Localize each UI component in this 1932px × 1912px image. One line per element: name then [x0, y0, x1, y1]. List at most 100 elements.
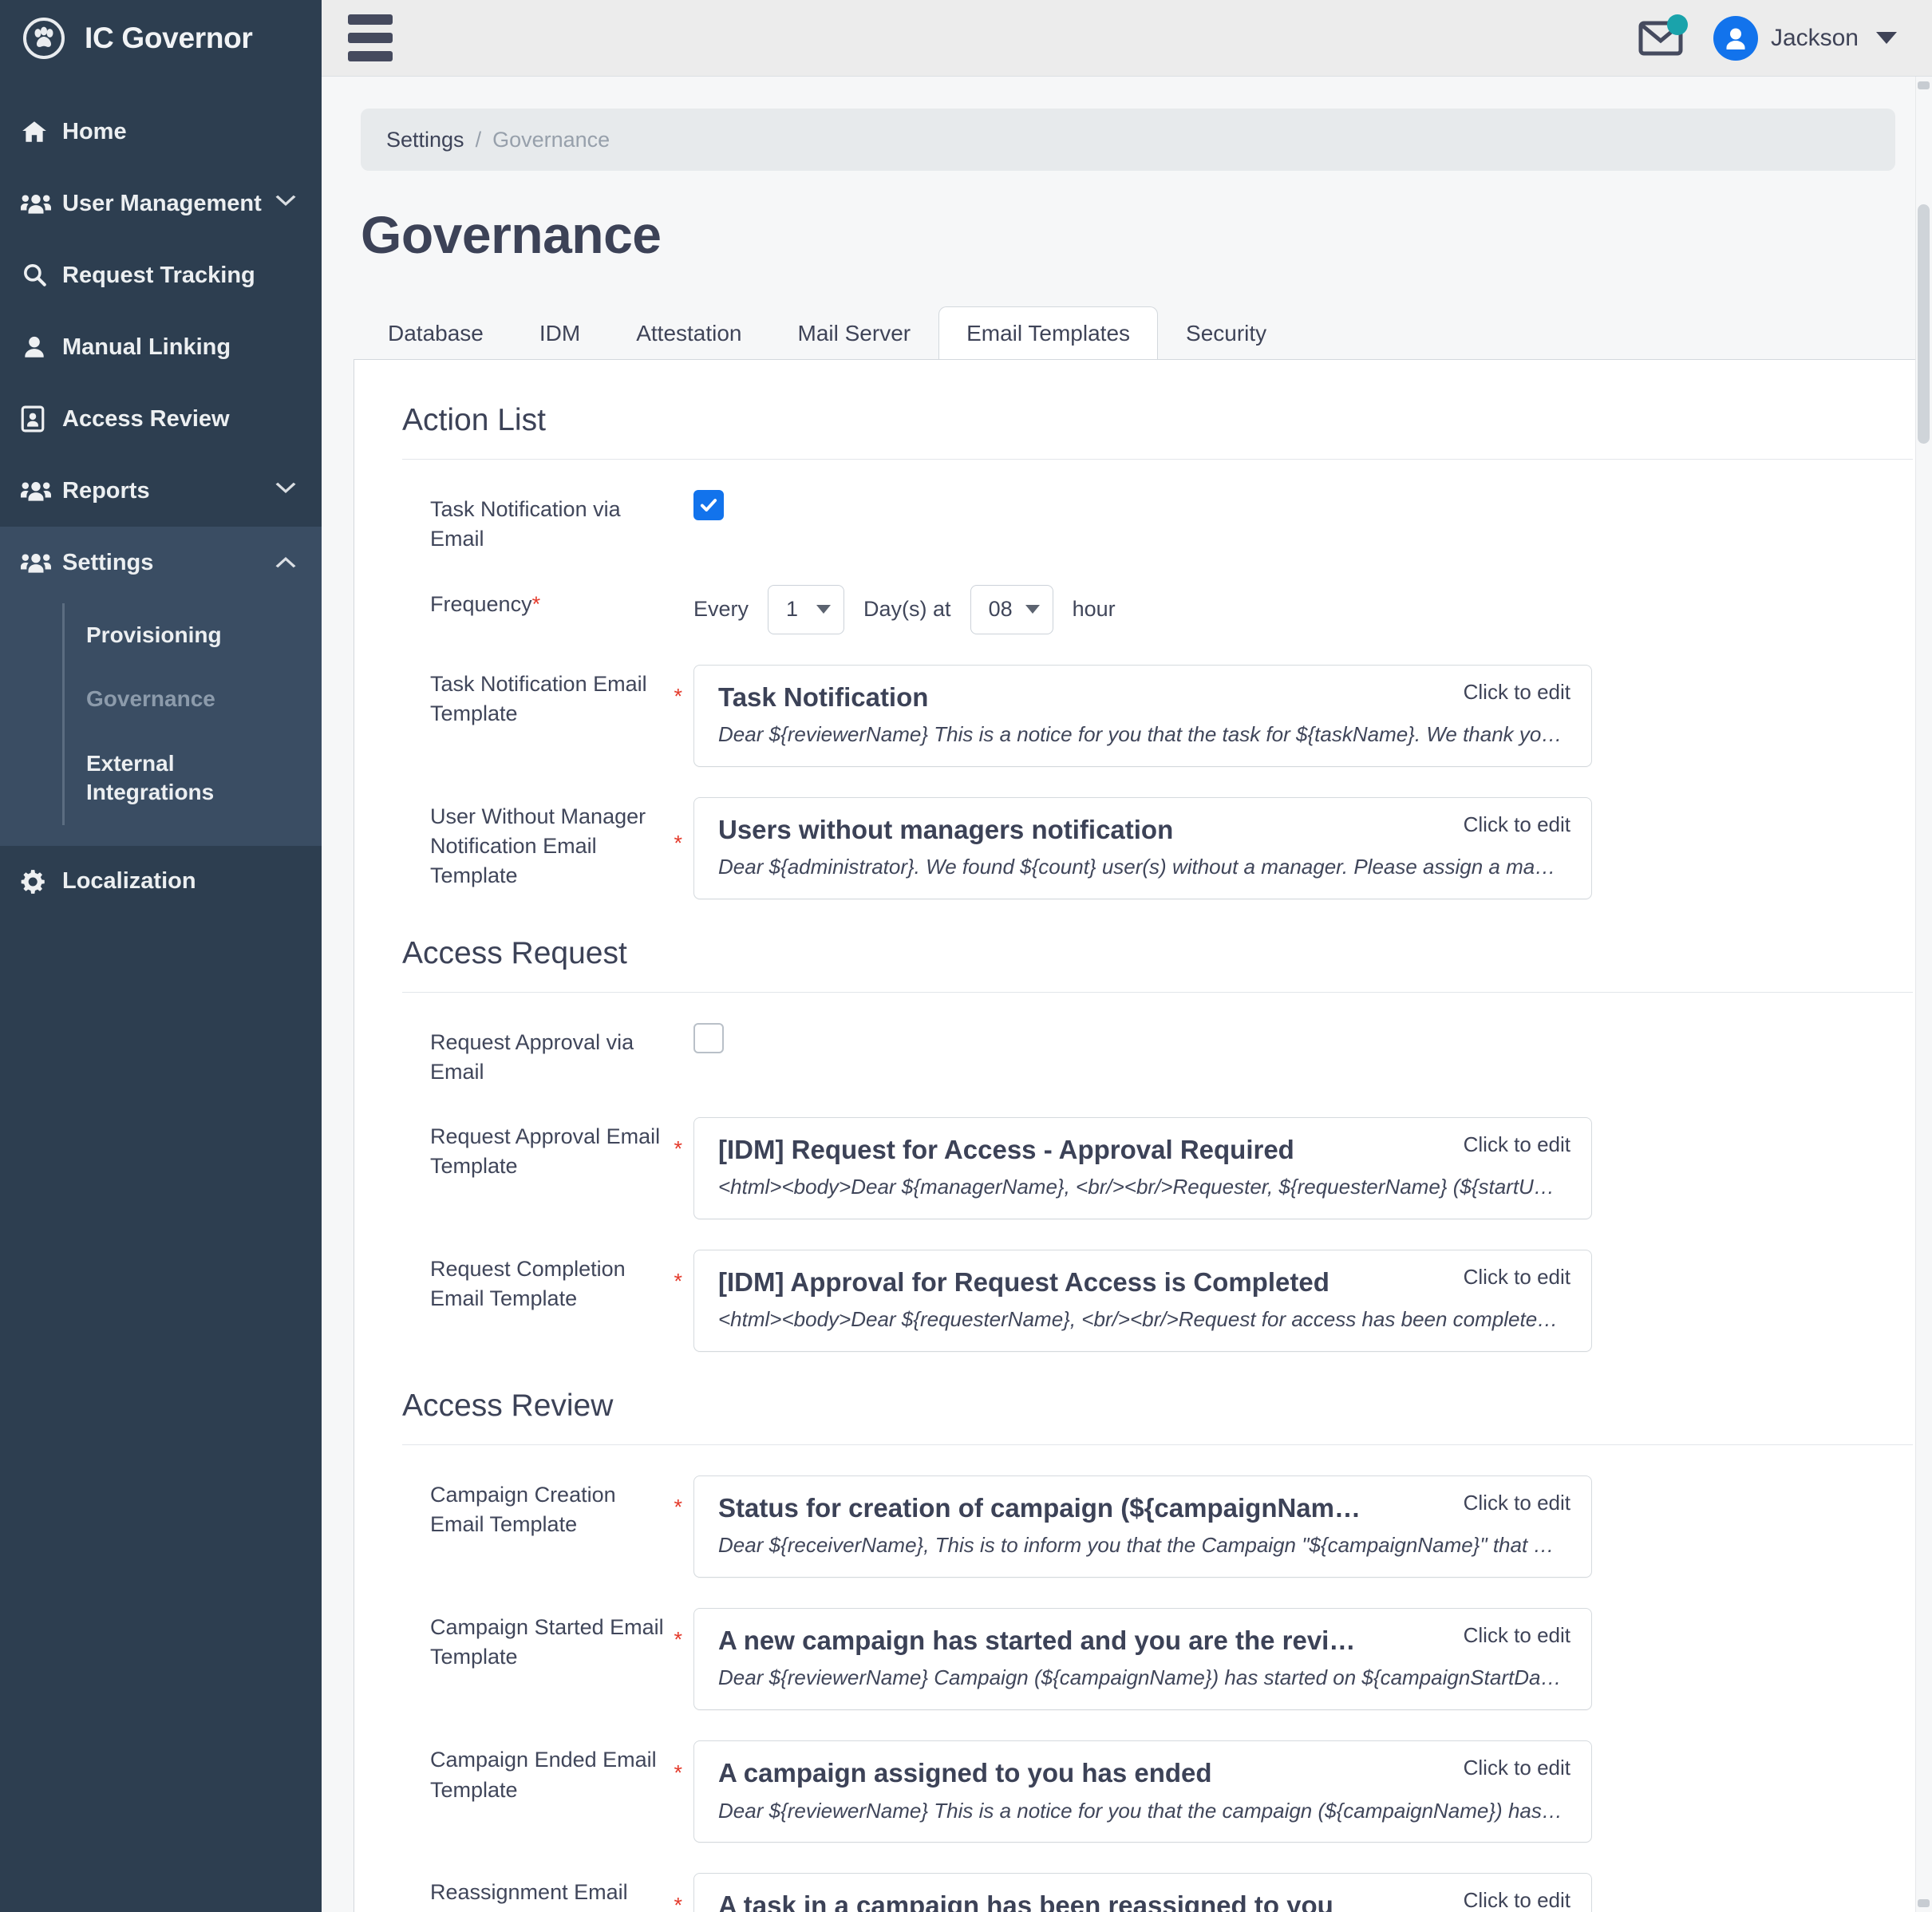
- email-template-card[interactable]: Click to edit A task in a campaign has b…: [693, 1873, 1592, 1912]
- field-label-text: Frequency: [430, 591, 532, 616]
- tab-database[interactable]: Database: [360, 306, 512, 360]
- tab-label: Database: [388, 321, 484, 346]
- page-scrollbar[interactable]: [1915, 77, 1932, 1912]
- click-to-edit-label: Click to edit: [1463, 1491, 1570, 1515]
- sidebar-nav: Home User Management Request Tracking Ma…: [0, 96, 322, 918]
- tab-label: Mail Server: [797, 321, 911, 346]
- task-notification-checkbox[interactable]: [693, 490, 724, 520]
- sidebar-item-label: Settings: [62, 549, 154, 575]
- sidebar-item-label: Home: [62, 118, 127, 144]
- click-to-edit-label: Click to edit: [1463, 1888, 1570, 1912]
- email-template-card[interactable]: Click to edit Users without managers not…: [693, 796, 1592, 899]
- user-menu[interactable]: Jackson: [1713, 15, 1897, 61]
- field-control: Click to edit Task Notification Dear ${r…: [693, 664, 1932, 767]
- tab-mail-server[interactable]: Mail Server: [770, 306, 939, 360]
- envelope-icon[interactable]: [1638, 14, 1688, 59]
- users-icon: [21, 551, 62, 575]
- tab-attestation[interactable]: Attestation: [608, 306, 769, 360]
- field-label-text: Campaign Ended Email Template: [430, 1748, 657, 1802]
- tab-email-templates[interactable]: Email Templates: [938, 306, 1159, 360]
- users-icon: [21, 479, 62, 503]
- field-label-text: Task Notification via Email: [430, 497, 621, 551]
- breadcrumb: Settings / Governance: [361, 109, 1895, 171]
- field-label: Campaign Started Email Template *: [430, 1608, 693, 1673]
- scroll-up-arrow[interactable]: [1918, 81, 1930, 89]
- chevron-down-icon: [274, 482, 298, 500]
- email-template-card[interactable]: Click to edit [IDM] Request for Access -…: [693, 1117, 1592, 1220]
- tab-security[interactable]: Security: [1158, 306, 1294, 360]
- field-control: Click to edit [IDM] Request for Access -…: [693, 1117, 1932, 1220]
- sidebar-item-localization[interactable]: Localization: [0, 846, 322, 918]
- frequency-hour-value: 08: [988, 597, 1013, 621]
- breadcrumb-parent[interactable]: Settings: [386, 128, 464, 152]
- chevron-up-icon: [274, 554, 298, 572]
- template-body-preview: Dear ${reviewerName} Campaign (${campaig…: [718, 1665, 1564, 1690]
- sidebar-item-label: Localization: [62, 868, 196, 895]
- field-label: Task Notification via Email: [430, 490, 693, 555]
- email-template-card[interactable]: Click to edit A campaign assigned to you…: [693, 1740, 1592, 1843]
- required-asterisk: *: [531, 591, 541, 616]
- sidebar-subitem-label: Provisioning: [86, 622, 222, 647]
- frequency-controls: Every 1 Day(s) at 08 hour: [693, 584, 1116, 634]
- field-control: Click to edit A campaign assigned to you…: [693, 1740, 1932, 1843]
- sidebar-subitem-governance[interactable]: Governance: [0, 667, 322, 731]
- sidebar-item-label: Access Review: [62, 405, 230, 432]
- email-template-card[interactable]: Click to edit Status for creation of cam…: [693, 1475, 1592, 1578]
- tab-label: Email Templates: [966, 321, 1131, 346]
- sidebar-item-manual-linking[interactable]: Manual Linking: [0, 311, 322, 383]
- sidebar-item-reports[interactable]: Reports: [0, 455, 322, 527]
- click-to-edit-label: Click to edit: [1463, 1265, 1570, 1290]
- sidebar-subitem-provisioning[interactable]: Provisioning: [0, 603, 322, 667]
- home-icon: [21, 118, 62, 145]
- click-to-edit-label: Click to edit: [1463, 679, 1570, 704]
- sidebar-item-settings[interactable]: Settings: [0, 527, 322, 598]
- field-control: Click to edit A new campaign has started…: [693, 1608, 1932, 1711]
- frequency-days-select[interactable]: 1: [768, 584, 845, 634]
- breadcrumb-separator: /: [475, 127, 482, 152]
- page-title: Governance: [361, 205, 662, 264]
- scrollbar-thumb[interactable]: [1918, 204, 1930, 444]
- tab-label: Security: [1186, 321, 1267, 346]
- hamburger-bar: [348, 33, 393, 43]
- request-approval-checkbox[interactable]: [693, 1022, 724, 1053]
- click-to-edit-label: Click to edit: [1463, 1756, 1570, 1780]
- email-template-card[interactable]: Click to edit A new campaign has started…: [693, 1608, 1592, 1711]
- template-subject: A task in a campaign has been reassigned…: [718, 1890, 1333, 1912]
- frequency-hour-select[interactable]: 08: [970, 584, 1053, 634]
- frequency-hour-label: hour: [1072, 597, 1116, 621]
- sidebar-item-home[interactable]: Home: [0, 96, 322, 168]
- sidebar-item-request-tracking[interactable]: Request Tracking: [0, 239, 322, 311]
- field-row-reassignment-template: Reassignment Email Template * Click to e…: [430, 1843, 1932, 1912]
- sidebar-subitem-external-integrations[interactable]: External Integrations: [0, 732, 322, 825]
- topbar-right: Jackson: [1638, 14, 1908, 61]
- brand[interactable]: IC Governor: [0, 0, 322, 77]
- email-template-card[interactable]: Click to edit Task Notification Dear ${r…: [693, 664, 1592, 767]
- email-templates-panel: Action List Task Notification via Email …: [354, 359, 1932, 1912]
- email-template-card[interactable]: Click to edit [IDM] Approval for Request…: [693, 1250, 1592, 1353]
- template-subject: Task Notification: [718, 681, 929, 712]
- settings-subnav: Provisioning Governance External Integra…: [0, 598, 322, 846]
- paw-in-circle-icon: [21, 15, 67, 61]
- field-row-campaign-ended-template: Campaign Ended Email Template * Click to…: [430, 1710, 1932, 1843]
- field-label-text: Campaign Started Email Template: [430, 1615, 664, 1669]
- person-icon: [21, 334, 62, 361]
- click-to-edit-label: Click to edit: [1463, 812, 1570, 836]
- field-label: Campaign Creation Email Template *: [430, 1475, 693, 1540]
- chevron-down-icon: [1876, 32, 1897, 44]
- scroll-down-arrow[interactable]: [1918, 1899, 1930, 1907]
- required-asterisk: *: [674, 1269, 682, 1294]
- field-row-request-approval-template: Request Approval Email Template * Click …: [430, 1087, 1932, 1220]
- tab-idm[interactable]: IDM: [512, 306, 608, 360]
- hamburger-icon[interactable]: [348, 14, 393, 61]
- frequency-every-label: Every: [693, 597, 749, 621]
- sidebar-item-access-review[interactable]: Access Review: [0, 383, 322, 455]
- field-label: Request Approval Email Template *: [430, 1117, 693, 1182]
- field-label-text: Request Approval Email Template: [430, 1124, 661, 1179]
- template-body-preview: Dear ${receiverName}, This is to inform …: [718, 1533, 1564, 1558]
- sidebar-item-user-management[interactable]: User Management: [0, 168, 322, 239]
- search-icon: [21, 262, 62, 289]
- breadcrumb-current: Governance: [492, 127, 610, 152]
- field-row-task-notification-template: Task Notification Email Template * Click…: [430, 634, 1932, 767]
- field-row-request-completion-template: Request Completion Email Template * Clic…: [430, 1219, 1932, 1353]
- tab-label: Attestation: [636, 321, 742, 346]
